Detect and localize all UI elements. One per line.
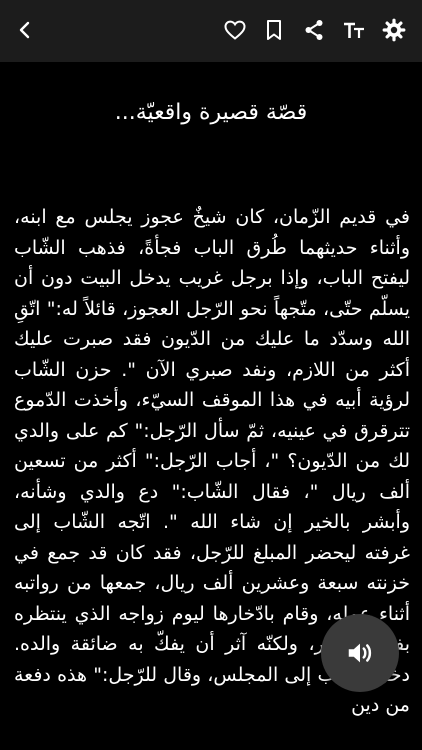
settings-icon[interactable] bbox=[379, 15, 409, 45]
bookmark-icon[interactable] bbox=[259, 15, 289, 45]
back-icon[interactable] bbox=[10, 15, 40, 45]
audio-play-button[interactable] bbox=[321, 614, 399, 692]
top-toolbar bbox=[0, 0, 422, 62]
speaker-icon bbox=[348, 643, 372, 663]
heart-icon[interactable] bbox=[220, 15, 250, 45]
text-size-icon[interactable] bbox=[339, 15, 369, 45]
story-title: قصّة قصيرة واقعيّة... bbox=[114, 100, 308, 125]
share-icon[interactable] bbox=[299, 15, 329, 45]
